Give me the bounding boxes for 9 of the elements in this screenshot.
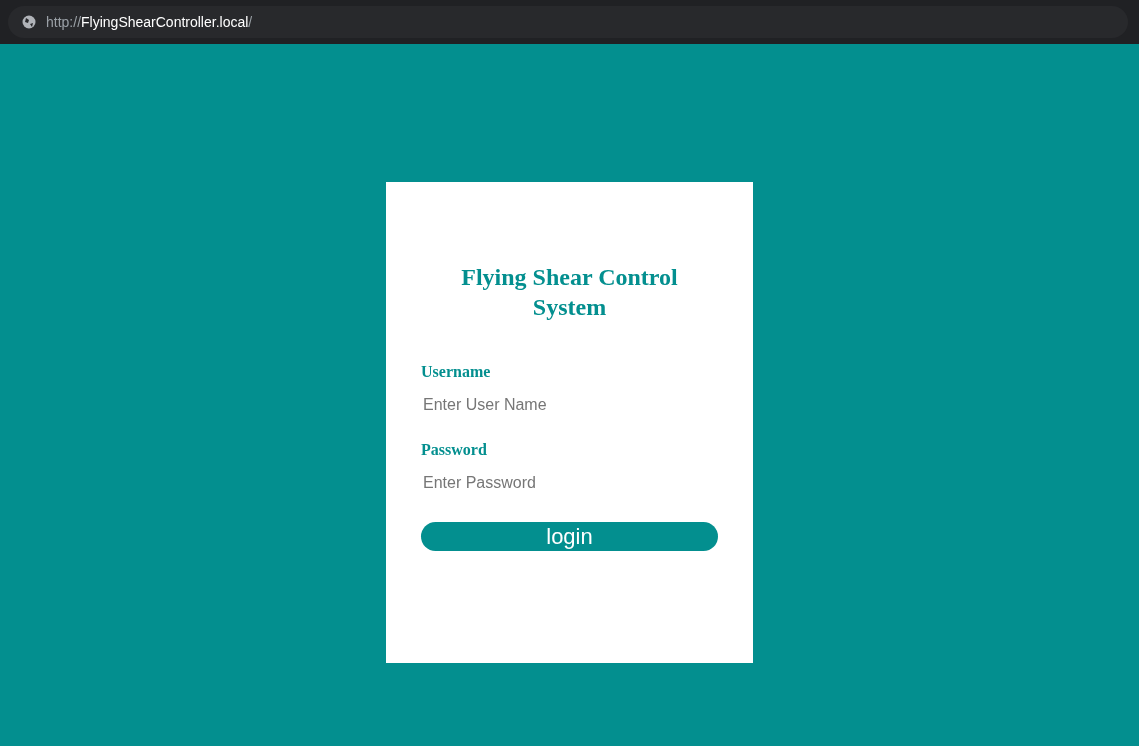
login-button[interactable]: login	[421, 522, 718, 551]
field-label: Password	[421, 440, 488, 460]
input-field[interactable]: Enter User Name	[421, 392, 718, 418]
address-bar[interactable]: http://FlyingShearController.local/	[8, 6, 1128, 38]
login-title: Flying Shear Control System	[460, 263, 679, 322]
url-text: http://FlyingShearController.local/	[46, 12, 253, 32]
globe-icon	[22, 15, 36, 29]
field-label: Username	[421, 362, 492, 382]
input-field[interactable]: Enter Password	[421, 470, 718, 496]
